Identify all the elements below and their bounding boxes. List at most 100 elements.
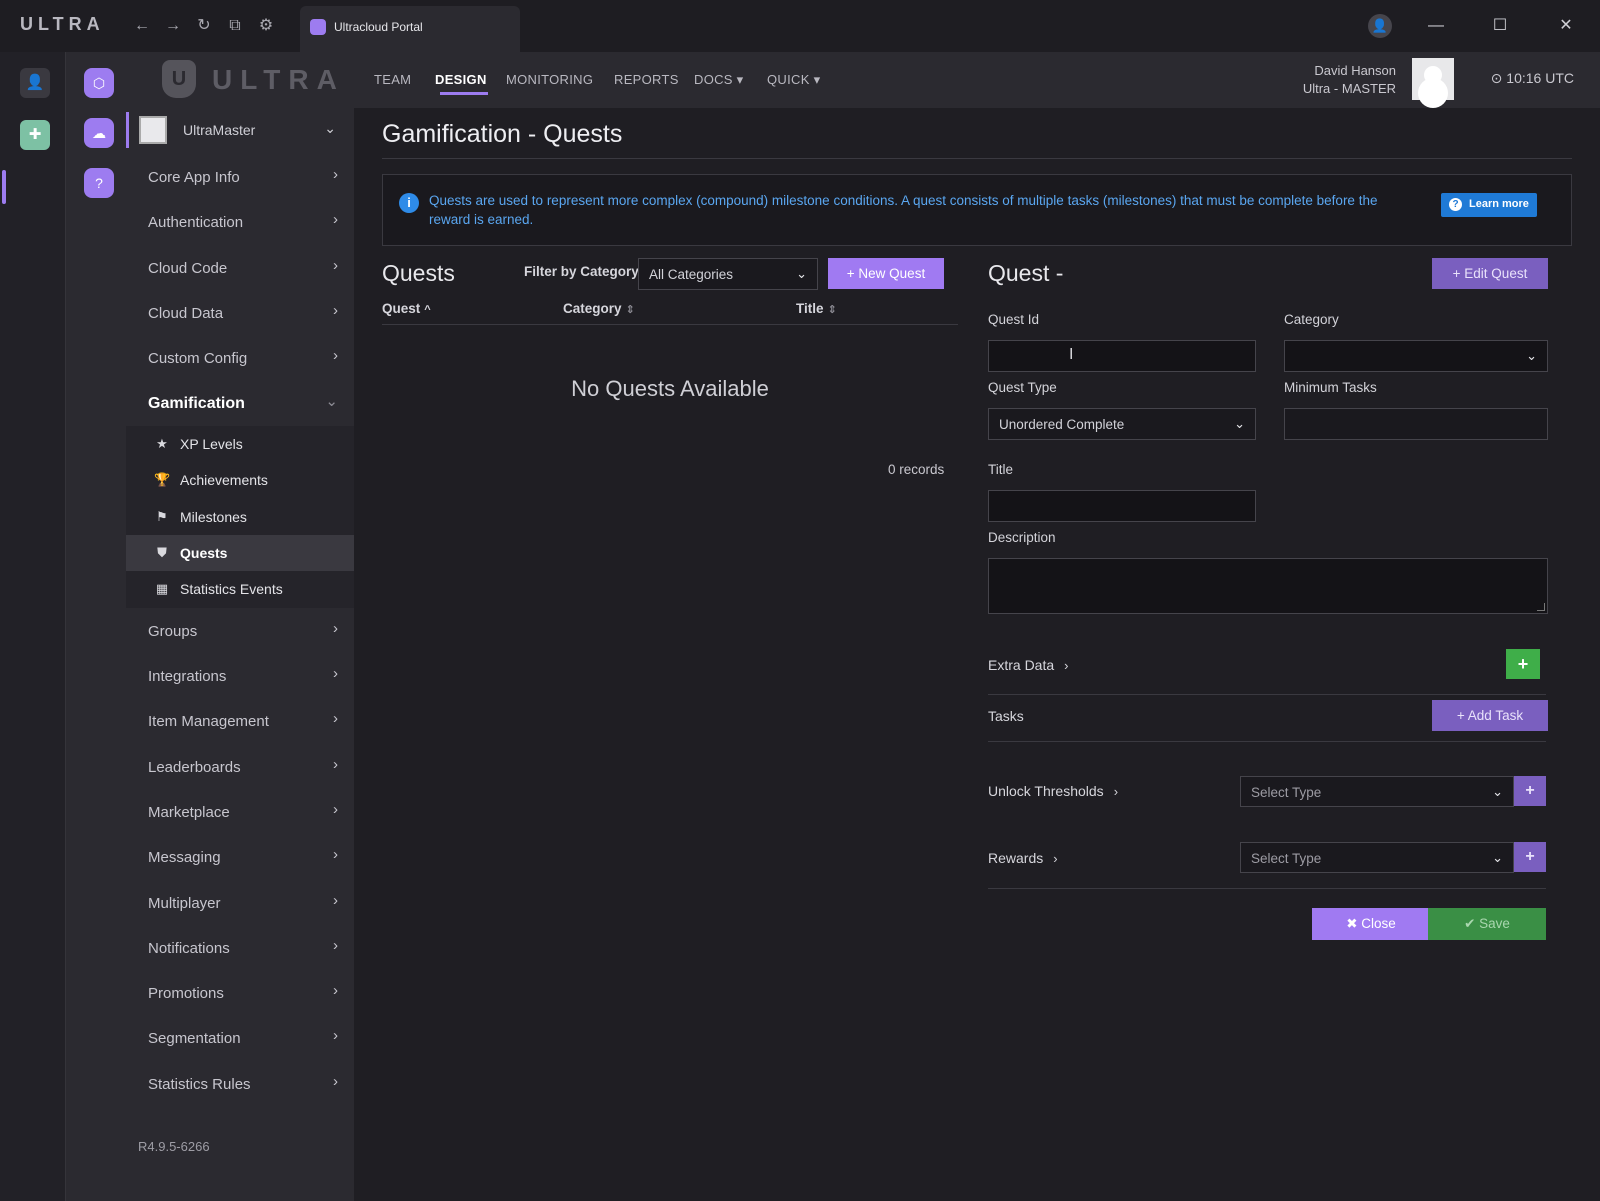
browser-brand: ULTRA: [20, 14, 105, 34]
sidebar-item-label: Achievements: [180, 472, 268, 489]
sidebar-item-item-management[interactable]: Item Management ›: [126, 698, 354, 743]
resize-handle-icon[interactable]: [1537, 603, 1545, 611]
sidebar-item-cloud-code[interactable]: Cloud Code ›: [126, 245, 354, 290]
nav-design[interactable]: DESIGN: [435, 72, 487, 87]
extra-data-label: Extra Data: [988, 657, 1055, 673]
screenshot-icon[interactable]: ⧉: [225, 16, 245, 36]
chevron-right-icon: ›: [1053, 851, 1058, 866]
help-icon[interactable]: ?: [84, 168, 114, 198]
avatar[interactable]: [1412, 58, 1454, 100]
sort-asc-icon: ^: [424, 304, 431, 316]
category-filter-value: All Categories: [649, 267, 734, 282]
extra-data-toggle[interactable]: Extra Data ›: [988, 657, 1068, 673]
add-reward-button[interactable]: +: [1514, 842, 1546, 872]
sidebar-item-xp-levels[interactable]: ★ XP Levels: [126, 426, 354, 462]
sidebar-item-leaderboards[interactable]: Leaderboards ›: [126, 744, 354, 789]
minimize-icon[interactable]: —: [1418, 12, 1454, 40]
column-header-title[interactable]: Title ⇕: [796, 301, 837, 316]
reward-type-select[interactable]: Select Type ⌄: [1240, 842, 1514, 873]
sidebar-item-groups[interactable]: Groups ›: [126, 608, 354, 653]
learn-more-button[interactable]: ? Learn more: [1441, 193, 1537, 217]
unlock-thresholds-toggle[interactable]: Unlock Thresholds ›: [988, 783, 1118, 799]
user-profile-icon[interactable]: 👤: [20, 68, 50, 98]
chevron-right-icon: ›: [333, 1072, 338, 1090]
browser-tab[interactable]: Ultracloud Portal: [300, 6, 520, 52]
edit-quest-button[interactable]: + Edit Quest: [1432, 258, 1548, 289]
tab-favicon-icon: [310, 19, 326, 35]
back-icon[interactable]: ←: [132, 16, 152, 36]
reload-icon[interactable]: ↻: [194, 16, 214, 36]
add-task-button[interactable]: + Add Task: [1432, 700, 1548, 731]
nav-docs-dropdown[interactable]: DOCS ▾: [694, 72, 744, 88]
sidebar-item-milestones[interactable]: ⚑ Milestones: [126, 499, 354, 535]
sidebar-item-gamification[interactable]: Gamification ⌄: [126, 380, 354, 425]
logo-text: ULTRA: [212, 64, 345, 95]
nav-quick-dropdown[interactable]: QUICK ▾: [767, 72, 820, 88]
rewards-toggle[interactable]: Rewards ›: [988, 850, 1058, 866]
description-label: Description: [988, 530, 1056, 545]
gamepad-icon[interactable]: ✚: [20, 120, 50, 150]
quest-id-field[interactable]: I: [988, 340, 1256, 372]
unlock-type-select[interactable]: Select Type ⌄: [1240, 776, 1514, 807]
sidebar-item-label: Notifications: [148, 939, 230, 957]
sidebar-item-label: Authentication: [148, 214, 244, 232]
sidebar-item-quests[interactable]: ⛊ Quests: [126, 534, 354, 572]
sidebar-item-custom-config[interactable]: Custom Config ›: [126, 335, 354, 380]
save-button[interactable]: ✔ Save: [1428, 908, 1546, 940]
column-header-label: Quest: [382, 301, 421, 316]
sidebar-item-label: Promotions: [148, 985, 224, 1003]
chevron-down-icon: ⌄: [1234, 416, 1245, 431]
category-select[interactable]: ⌄: [1284, 340, 1548, 372]
sidebar-item-multiplayer[interactable]: Multiplayer ›: [126, 880, 354, 925]
chevron-right-icon: ›: [333, 211, 338, 229]
add-extra-data-button[interactable]: +: [1506, 649, 1540, 679]
tab-title: Ultracloud Portal: [334, 20, 423, 34]
sidebar-item-core-app-info[interactable]: Core App Info ›: [126, 154, 354, 199]
settings-gear-icon[interactable]: ⚙: [256, 16, 276, 36]
close-window-icon[interactable]: ✕: [1548, 12, 1584, 40]
add-unlock-threshold-button[interactable]: +: [1514, 776, 1546, 806]
chevron-right-icon: ›: [333, 982, 338, 1000]
title-label: Title: [988, 462, 1014, 477]
sidebar-item-promotions[interactable]: Promotions ›: [126, 970, 354, 1015]
quest-type-value: Unordered Complete: [999, 417, 1125, 432]
sidebar-item-statistics-events[interactable]: ▦ Statistics Events: [126, 571, 354, 607]
column-header-category[interactable]: Category ⇕: [563, 301, 635, 316]
new-quest-button[interactable]: + New Quest: [828, 258, 944, 289]
account-icon[interactable]: 👤: [1368, 14, 1392, 38]
quest-type-select[interactable]: Unordered Complete ⌄: [988, 408, 1256, 440]
sort-icon: ⇕: [625, 304, 635, 316]
sidebar-item-cloud-data[interactable]: Cloud Data ›: [126, 290, 354, 335]
cloud-app-icon[interactable]: ☁: [84, 118, 114, 148]
learn-more-label: Learn more: [1469, 198, 1529, 210]
app-name: UltraMaster: [183, 122, 256, 138]
sidebar-item-achievements[interactable]: 🏆 Achievements: [126, 462, 354, 498]
chevron-right-icon: ›: [333, 755, 338, 773]
cube-icon[interactable]: ⬡: [84, 68, 114, 98]
minimum-tasks-field[interactable]: [1284, 408, 1548, 440]
sidebar: ⬡ ☁ ? U ULTRA UltraMaster ⌄ Core App Inf…: [66, 52, 354, 1201]
nav-team[interactable]: TEAM: [374, 72, 411, 87]
sidebar-item-messaging[interactable]: Messaging ›: [126, 834, 354, 879]
logo-shield-icon: U: [162, 60, 196, 98]
sidebar-item-marketplace[interactable]: Marketplace ›: [126, 789, 354, 834]
chevron-right-icon: ›: [333, 891, 338, 909]
close-button[interactable]: ✖ Close: [1312, 908, 1430, 940]
nav-monitoring[interactable]: MONITORING: [506, 72, 593, 87]
forward-icon[interactable]: →: [163, 16, 183, 36]
title-field[interactable]: [988, 490, 1256, 522]
app-selector[interactable]: UltraMaster ⌄: [126, 112, 354, 148]
sidebar-item-statistics-rules[interactable]: Statistics Rules ›: [126, 1061, 354, 1106]
sidebar-item-segmentation[interactable]: Segmentation ›: [126, 1015, 354, 1060]
nav-reports[interactable]: REPORTS: [614, 72, 679, 87]
info-banner: i Quests are used to represent more comp…: [382, 174, 1572, 246]
column-header-quest[interactable]: Quest ^: [382, 301, 431, 316]
chevron-right-icon: ›: [333, 665, 338, 683]
sidebar-item-notifications[interactable]: Notifications ›: [126, 925, 354, 970]
sidebar-item-integrations[interactable]: Integrations ›: [126, 653, 354, 698]
maximize-icon[interactable]: ☐: [1482, 12, 1518, 40]
category-filter-select[interactable]: All Categories ⌄: [638, 258, 818, 290]
sidebar-item-authentication[interactable]: Authentication ›: [126, 199, 354, 244]
description-field[interactable]: [988, 558, 1548, 614]
user-info[interactable]: David Hanson Ultra - MASTER: [1303, 62, 1396, 98]
